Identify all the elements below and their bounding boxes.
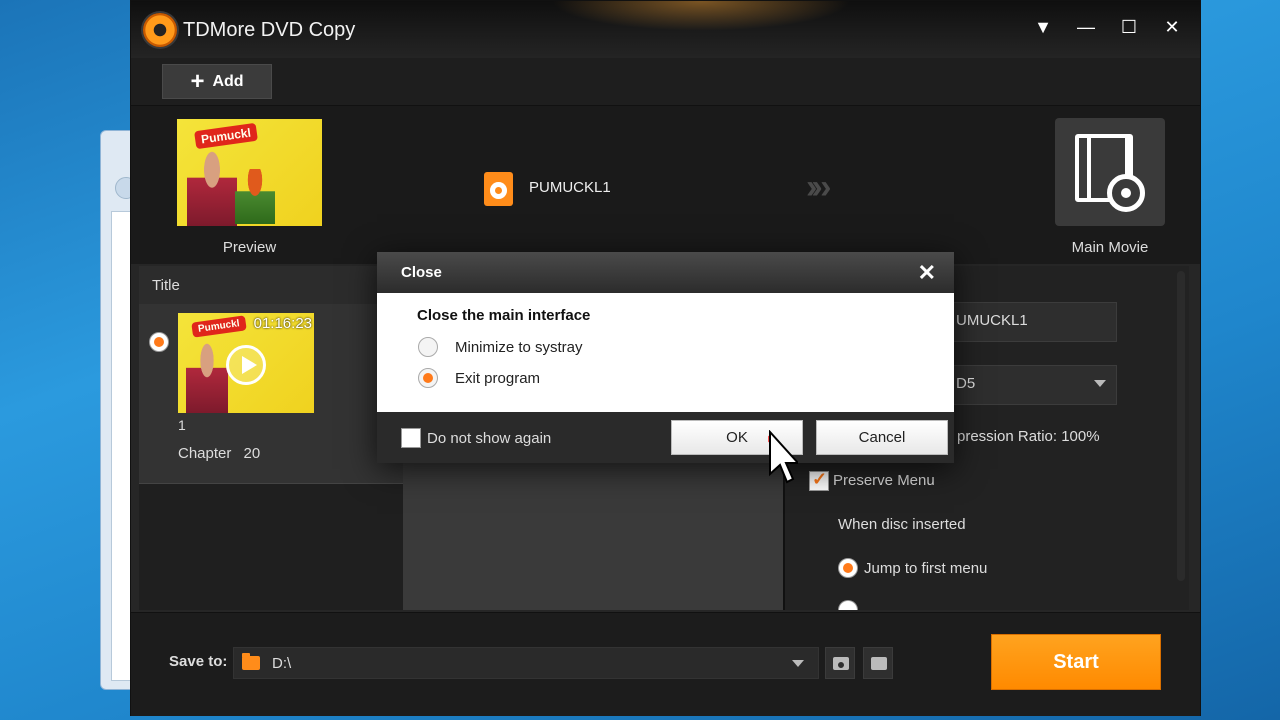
title-bar: TDMore DVD Copy ▼ — ☐ ✕ [131,1,1200,58]
title-bar-glow [551,1,851,31]
disc-inserted-label: When disc inserted [838,516,966,533]
chevron-down-icon[interactable] [792,660,804,667]
cancel-button[interactable]: Cancel [816,420,948,455]
save-to-label: Save to: [169,653,228,670]
title-row[interactable]: Pumuckl 01:16:23 1 Chapter 20 [139,304,403,484]
preserve-menu-label: Preserve Menu [833,472,935,489]
minimize-to-systray-radio[interactable] [418,337,438,357]
pumuckl-logo: Pumuckl [191,315,247,338]
save-path-value: D:\ [272,655,292,672]
output-format-value: D5 [956,375,976,392]
exit-program-radio[interactable] [418,368,438,388]
dialog-footer: Do not show again OK Cancel [377,412,954,463]
add-button-label: Add [212,72,244,90]
thumbnail-figure-kobold [235,169,275,224]
title-number: 1 [178,417,186,433]
bottom-bar: Save to: D:\ Start [131,612,1200,716]
disc-source-icon [484,172,513,206]
maximize-icon[interactable]: ☐ [1118,17,1140,38]
chevron-down-icon [1094,380,1106,387]
browse-folder-button[interactable] [863,647,893,679]
preview-thumbnail[interactable]: Pumuckl [177,119,322,226]
compression-ratio-text: pression Ratio: 100% [957,428,1100,445]
app-logo-icon [143,13,177,47]
thumbnail-figure-boy [187,151,237,226]
main-movie-label: Main Movie [1071,239,1149,256]
dialog-title: Close [401,264,442,281]
save-path-select[interactable]: D:\ [233,647,819,679]
chapter-label: Chapter [178,445,232,462]
title-chapter-info: Chapter 20 [178,445,260,462]
arrows-icon: ›› › [806,168,832,206]
dialog-body: Close the main interface Minimize to sys… [377,293,954,412]
source-strip: Pumuckl Preview PUMUCKL1 ›› › Main Movie [131,106,1200,264]
chapter-count: 20 [243,445,261,462]
preview-label: Preview [222,239,277,256]
app-title: TDMore DVD Copy [183,19,356,41]
start-button[interactable]: Start [991,634,1161,690]
second-option-radio[interactable] [838,600,858,610]
folder-icon [242,653,260,670]
disc-name: PUMUCKL1 [529,179,611,196]
do-not-show-again-checkbox[interactable] [401,428,421,448]
mouse-pointer-icon [768,430,798,484]
play-icon[interactable] [226,345,266,385]
jump-first-menu-radio[interactable] [838,558,858,578]
minimize-to-systray-label[interactable]: Minimize to systray [455,339,583,356]
add-button[interactable]: + Add [162,64,272,99]
preserve-menu-checkbox[interactable] [809,469,829,491]
open-folder-icon [871,657,887,670]
dropdown-menu-icon[interactable]: ▼ [1032,17,1054,38]
close-icon[interactable]: ✕ [1161,17,1183,38]
dialog-close-icon[interactable]: ✕ [918,260,936,286]
title-select-radio[interactable] [149,332,169,352]
title-thumbnail[interactable]: Pumuckl 01:16:23 [178,313,314,413]
title-duration: 01:16:23 [253,315,312,332]
disc-inner-icon [836,660,846,670]
do-not-show-again-label[interactable]: Do not show again [427,430,551,447]
settings-scrollbar[interactable] [1177,271,1185,581]
title-list-panel: Title Pumuckl 01:16:23 1 Chapter 20 [139,266,403,610]
toolbar: + Add [131,58,1200,106]
title-column-header: Title [139,266,403,304]
thumbnail-figure-boy [186,343,228,413]
output-format-select[interactable]: D5 [945,365,1117,405]
plus-icon: + [190,67,205,95]
jump-first-menu-label: Jump to first menu [864,560,988,577]
output-name-field[interactable]: UMUCKL1 [945,302,1117,342]
main-movie-mode-button[interactable] [1055,118,1165,226]
minimize-icon[interactable]: — [1075,17,1097,38]
dialog-question: Close the main interface [417,307,591,324]
close-dialog: Close ✕ Close the main interface Minimiz… [377,252,954,463]
exit-program-label[interactable]: Exit program [455,370,540,387]
save-to-disc-button[interactable] [825,647,855,679]
disc-icon [1107,174,1145,212]
dialog-header: Close ✕ [377,252,954,293]
pumuckl-logo: Pumuckl [194,122,258,150]
